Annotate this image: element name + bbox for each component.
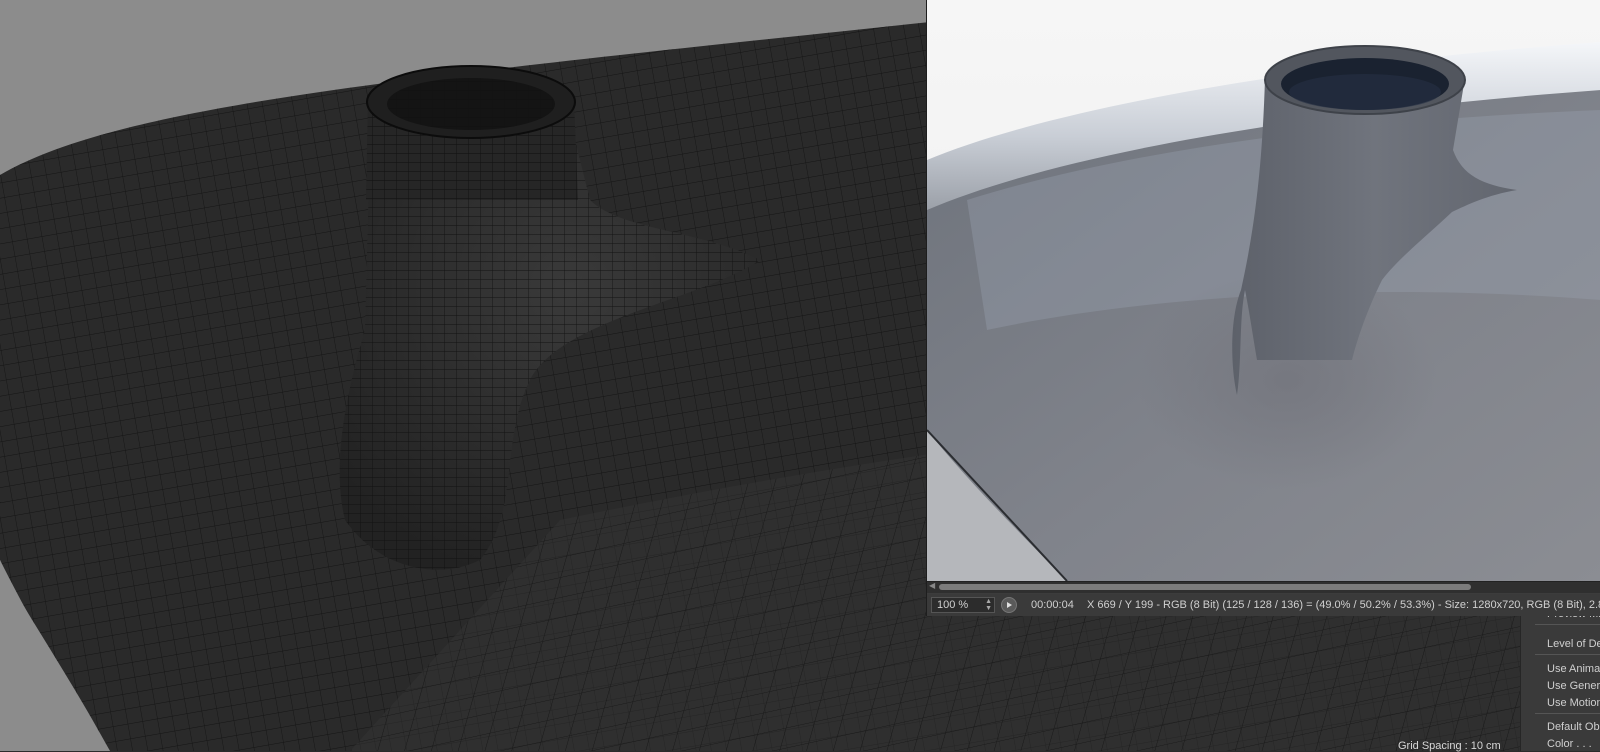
grid-spacing-label: Grid Spacing : 10 cm xyxy=(1398,740,1501,752)
render-preview[interactable] xyxy=(927,0,1600,581)
horizontal-scrollbar[interactable]: ◀ xyxy=(927,581,1600,593)
zoom-value: 100 % xyxy=(937,599,969,611)
picture-viewer: ◀ 100 % ▲ ▼ 00:00:04 X 669 / Y 199 - RGB … xyxy=(926,0,1600,616)
timecode: 00:00:04 xyxy=(1031,599,1074,611)
play-icon xyxy=(1007,602,1012,608)
attr-default-object[interactable]: Default Ob xyxy=(1547,721,1600,733)
attributes-panel: Preview Mi Level of De Use Animat Use Ge… xyxy=(1520,612,1600,751)
status-bar: 100 % ▲ ▼ 00:00:04 X 669 / Y 199 - RGB (8… xyxy=(927,594,1600,616)
render-image xyxy=(927,0,1600,581)
attr-separator xyxy=(1535,654,1600,655)
attr-use-motion[interactable]: Use Motion xyxy=(1547,697,1600,709)
pixel-info: X 669 / Y 199 - RGB (8 Bit) (125 / 128 /… xyxy=(1087,599,1600,611)
attr-separator xyxy=(1535,713,1600,714)
attr-color[interactable]: Color . . . xyxy=(1547,738,1592,750)
scrollbar-thumb[interactable] xyxy=(939,584,1471,590)
play-button[interactable] xyxy=(1001,597,1017,613)
attr-level-of-detail[interactable]: Level of De xyxy=(1547,638,1600,650)
arrow-left-icon[interactable]: ◀ xyxy=(929,581,935,590)
zoom-field[interactable]: 100 % ▲ ▼ xyxy=(931,597,995,613)
attr-use-animation[interactable]: Use Animat xyxy=(1547,663,1600,675)
attr-separator xyxy=(1535,624,1600,625)
up-down-arrows-icon[interactable]: ▲ ▼ xyxy=(985,598,992,612)
attr-use-generators[interactable]: Use Genera xyxy=(1547,680,1600,692)
